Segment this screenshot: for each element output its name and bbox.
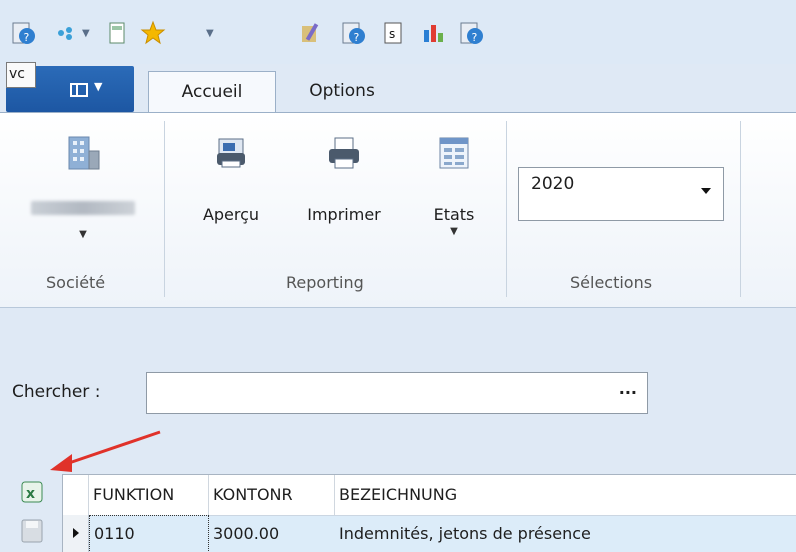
tooltip: vc [6, 62, 36, 88]
chevron-down-icon: ▼ [94, 80, 103, 93]
svg-text:?: ? [472, 31, 478, 44]
ribbon: ▼ Société Aperçu Imprimer Etats ▼ Report… [0, 112, 796, 308]
group-label-societe: Société [46, 273, 106, 292]
grid-corner [63, 475, 89, 515]
chevron-down-icon[interactable]: ▼ [82, 28, 90, 39]
company-select-button[interactable]: ▼ [28, 133, 138, 240]
report-list-icon [439, 137, 469, 169]
svg-text:?: ? [24, 31, 30, 44]
svg-text:?: ? [354, 31, 360, 44]
group-label-reporting: Reporting [286, 273, 364, 292]
more-options-button[interactable]: ... [619, 379, 637, 398]
tab-options[interactable]: Options [292, 71, 392, 113]
dots-menu-icon[interactable] [54, 20, 80, 46]
building-icon [68, 136, 100, 170]
table-cell-kontonr[interactable]: 3000.00 [209, 515, 335, 552]
svg-text:x: x [26, 486, 35, 502]
chevron-down-icon [701, 188, 711, 194]
row-selector[interactable] [63, 515, 89, 552]
save-icon[interactable] [20, 518, 44, 544]
table-cell-funktion[interactable]: 0110 [89, 515, 209, 552]
year-select-value: 2020 [531, 174, 575, 194]
quick-access-toolbar: ? ▼ ▼ ? s ? [0, 0, 796, 64]
tab-accueil[interactable]: Accueil [148, 71, 276, 113]
year-select[interactable]: 2020 [518, 167, 724, 221]
chevron-down-icon: ▼ [450, 226, 458, 237]
apercu-button[interactable]: Aperçu [188, 135, 274, 224]
table-cell-bezeichnung[interactable]: Indemnités, jetons de présence [335, 515, 796, 552]
panel-icon [70, 83, 88, 97]
data-grid: FUNKTION KONTONR BEZEICHNUNG 0110 3000.0… [62, 474, 796, 552]
apercu-label: Aperçu [202, 205, 260, 224]
script-icon[interactable]: s [380, 20, 406, 46]
help-document-icon[interactable]: ? [340, 20, 366, 46]
column-header-funktion[interactable]: FUNKTION [89, 475, 209, 515]
calculator-icon[interactable] [104, 20, 130, 46]
company-name-blurred [31, 201, 135, 215]
group-separator [740, 121, 741, 297]
print-preview-icon [217, 138, 245, 168]
star-favorite-icon[interactable] [140, 20, 166, 46]
imprimer-label: Imprimer [307, 205, 381, 224]
etats-label: Etats [433, 205, 475, 224]
annotation-arrow [50, 430, 161, 472]
group-label-selections: Sélections [570, 273, 653, 292]
column-header-bezeichnung[interactable]: BEZEICHNUNG [335, 475, 796, 515]
search-input[interactable]: ... [146, 372, 648, 414]
help-document-icon[interactable]: ? [10, 20, 36, 46]
chevron-down-icon: ▼ [79, 229, 87, 240]
group-separator [506, 121, 507, 297]
bar-chart-icon[interactable] [420, 20, 446, 46]
excel-export-icon[interactable]: x [20, 480, 44, 504]
etats-button[interactable]: Etats ▼ [418, 135, 490, 237]
chevron-down-icon[interactable]: ▼ [206, 28, 214, 39]
group-separator [164, 121, 165, 297]
help-document-icon[interactable]: ? [458, 20, 484, 46]
column-header-kontonr[interactable]: KONTONR [209, 475, 335, 515]
svg-text:s: s [389, 27, 395, 41]
edit-tools-icon[interactable] [298, 20, 324, 46]
printer-icon [329, 137, 359, 169]
search-label: Chercher : [12, 382, 101, 402]
imprimer-button[interactable]: Imprimer [292, 135, 396, 224]
